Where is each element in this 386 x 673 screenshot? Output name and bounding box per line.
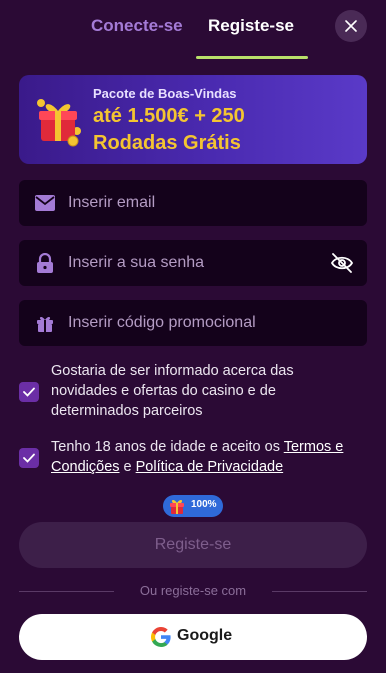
privacy-link[interactable]: Política de Privacidade <box>136 459 284 475</box>
active-tab-indicator <box>196 56 308 59</box>
newsletter-consent: Gostaria de ser informado acerca das nov… <box>19 360 367 422</box>
register-button[interactable]: Registe-se <box>19 522 367 568</box>
close-icon <box>345 20 357 32</box>
age-terms-prefix: Tenho 18 anos de idade e aceito os <box>51 439 284 455</box>
promo-code-input[interactable] <box>68 300 338 346</box>
lock-icon <box>34 252 56 274</box>
alt-signup-divider: Ou registe-se com <box>19 583 367 599</box>
google-signup-button[interactable]: Google <box>19 614 367 660</box>
checkmark-icon <box>23 387 35 397</box>
completion-badge: 100% <box>163 495 223 517</box>
email-field[interactable] <box>19 180 367 226</box>
completion-percent: 100% <box>191 499 217 510</box>
banner-headline: até 1.500€ + 250 <box>93 105 245 127</box>
tab-register[interactable]: Registe-se <box>208 16 294 36</box>
divider-line <box>272 591 367 592</box>
checkmark-icon <box>23 453 35 463</box>
password-field[interactable] <box>19 240 367 286</box>
welcome-bonus-banner: Pacote de Boas-Vindas até 1.500€ + 250 R… <box>19 75 367 164</box>
gift-icon <box>34 312 56 334</box>
newsletter-checkbox[interactable] <box>19 382 39 402</box>
close-button[interactable] <box>335 10 367 42</box>
gift-icon <box>37 99 81 147</box>
age-terms-checkbox[interactable] <box>19 448 39 468</box>
age-terms-text: Tenho 18 anos de idade e aceito os Termo… <box>51 437 367 477</box>
promo-code-field[interactable] <box>19 300 367 346</box>
envelope-icon <box>34 192 56 214</box>
banner-caption: Pacote de Boas-Vindas <box>93 86 237 101</box>
password-input[interactable] <box>68 240 338 286</box>
email-input[interactable] <box>68 180 338 226</box>
age-terms-consent: Tenho 18 anos de idade e aceito os Termo… <box>19 436 367 478</box>
gift-icon <box>170 499 184 514</box>
hide-password-icon[interactable] <box>330 252 354 274</box>
banner-subheadline: Rodadas Grátis <box>93 132 241 154</box>
newsletter-consent-text: Gostaria de ser informado acerca das nov… <box>51 363 294 419</box>
google-icon <box>151 627 171 647</box>
auth-tabs: Conecte-se Registe-se <box>0 0 386 60</box>
google-label: Google <box>177 627 233 644</box>
and-text: e <box>119 459 136 475</box>
tab-login[interactable]: Conecte-se <box>91 16 183 36</box>
